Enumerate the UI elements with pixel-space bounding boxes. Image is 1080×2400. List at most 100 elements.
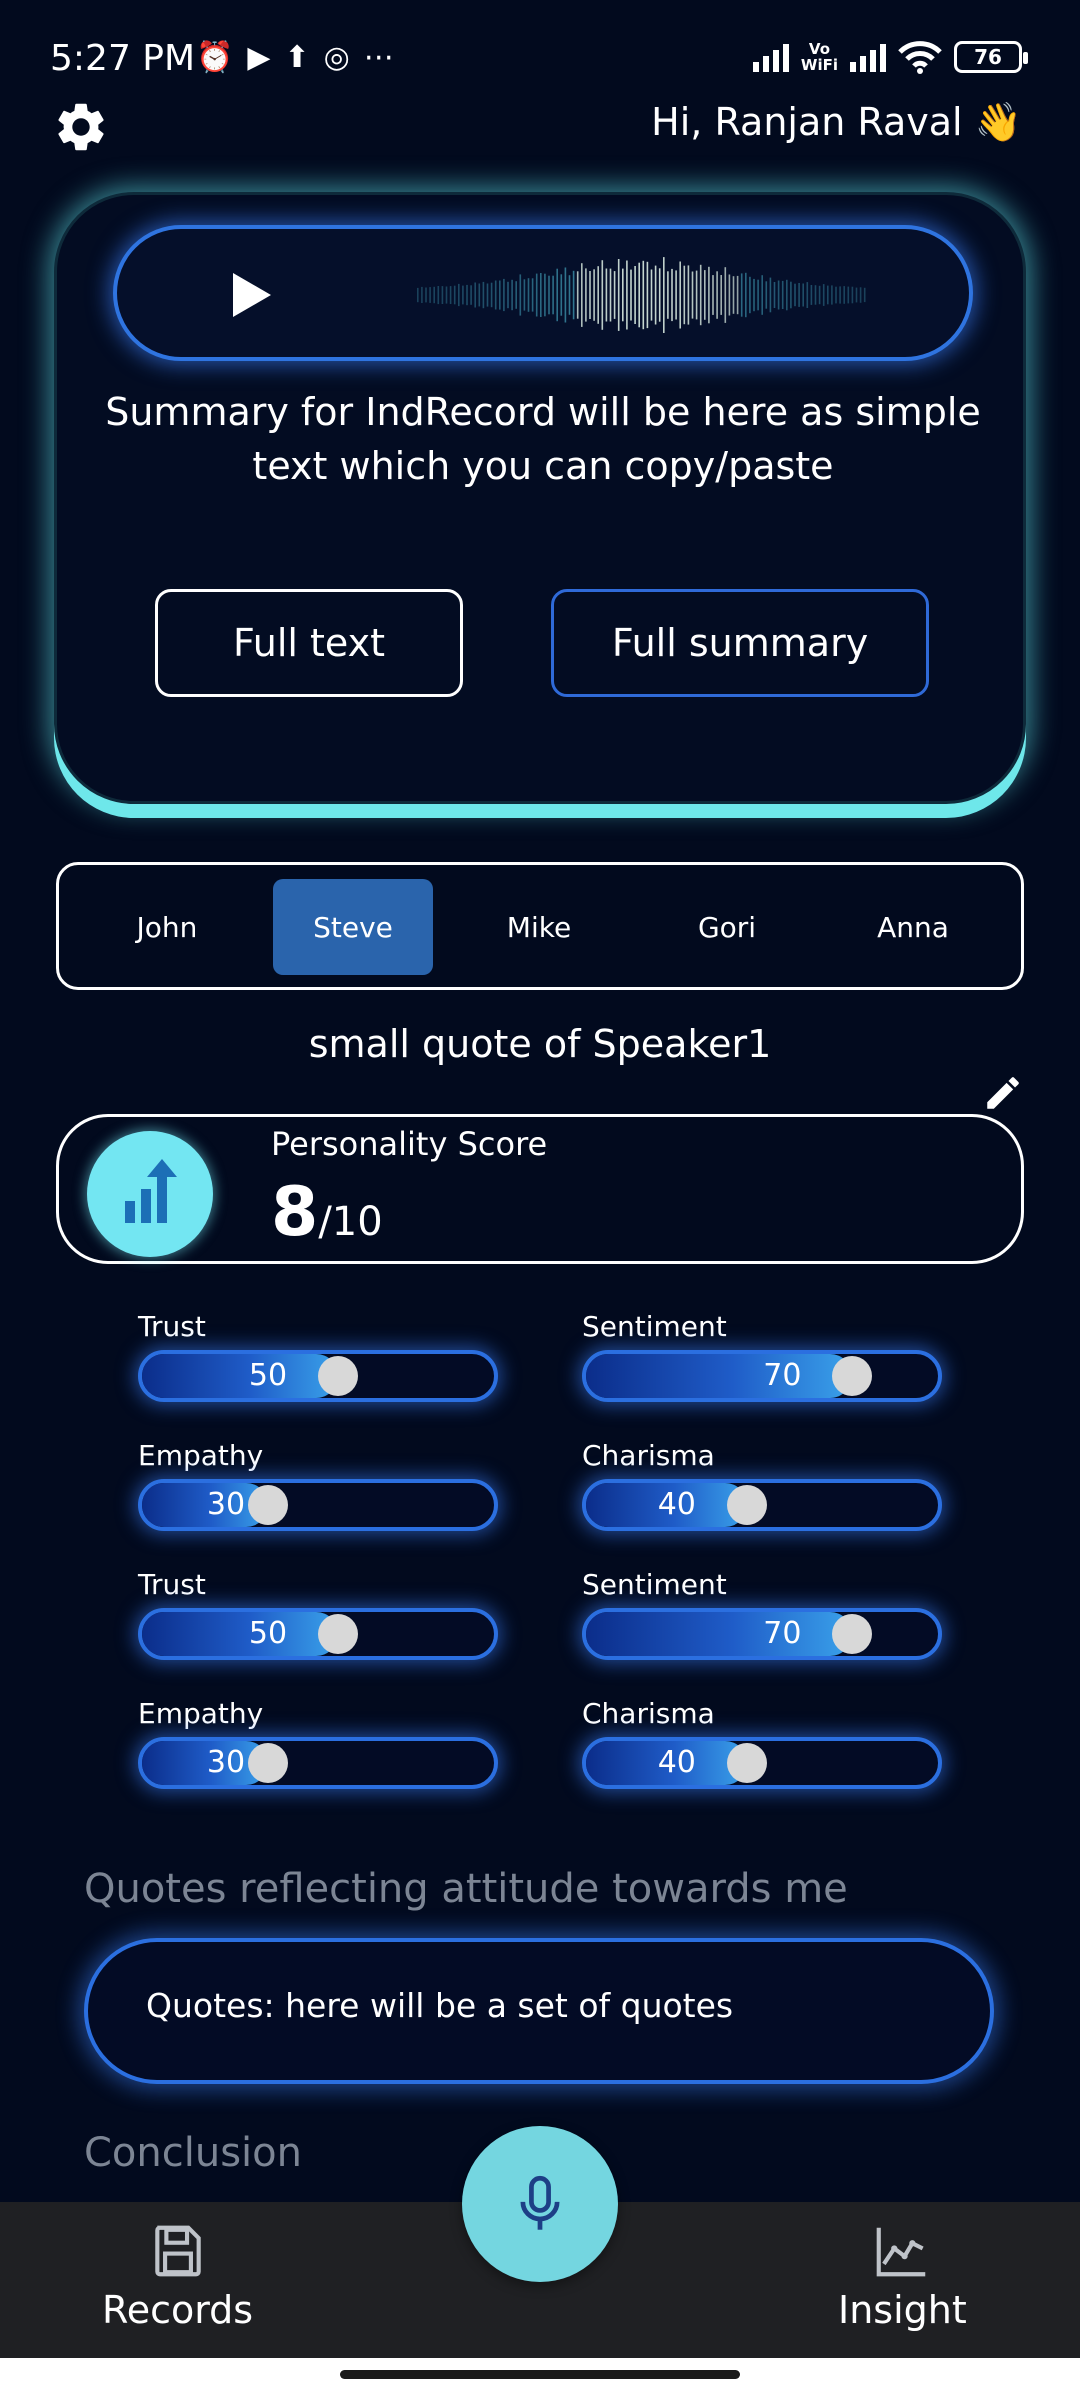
metric-slider[interactable]: 30 xyxy=(138,1737,498,1789)
personality-score-value: 8/10 xyxy=(271,1173,383,1252)
pencil-icon[interactable] xyxy=(982,1072,1024,1114)
signal-icon-2 xyxy=(850,42,886,72)
waveform-visualization[interactable] xyxy=(417,253,867,337)
home-indicator[interactable] xyxy=(340,2370,740,2379)
gesture-area xyxy=(0,2358,1080,2400)
waveform-bar xyxy=(507,281,509,309)
slider-thumb[interactable] xyxy=(247,1485,288,1525)
play-icon[interactable] xyxy=(233,273,271,317)
waveform-bar xyxy=(745,272,747,318)
waveform-bar xyxy=(568,275,571,315)
metric-sentiment: Sentiment 70 xyxy=(582,1310,942,1402)
metric-slider[interactable]: 40 xyxy=(582,1479,942,1531)
metric-slider[interactable]: 70 xyxy=(582,1350,942,1402)
waveform-bar xyxy=(679,261,681,329)
speaker-tab-john[interactable]: John xyxy=(87,879,247,975)
waveform-bar xyxy=(822,284,825,306)
microphone-icon xyxy=(520,2175,560,2230)
save-icon xyxy=(154,2225,201,2277)
audio-player[interactable] xyxy=(113,225,973,361)
metric-slider[interactable]: 40 xyxy=(582,1737,942,1789)
metric-label: Charisma xyxy=(582,1439,715,1472)
waveform-bar xyxy=(581,263,583,327)
speaker-tab-gori[interactable]: Gori xyxy=(647,879,807,975)
waveform-bar xyxy=(486,283,489,307)
full-summary-button[interactable]: Full summary xyxy=(551,589,929,697)
waveform-bar xyxy=(552,275,554,315)
metric-trust-2: Trust 50 xyxy=(138,1568,498,1660)
waveform-bar xyxy=(437,286,440,305)
waveform-bar xyxy=(781,280,784,309)
waveform-bar xyxy=(749,276,751,314)
summary-text: Summary for IndRecord will be here as si… xyxy=(105,390,981,488)
record-microphone-button[interactable] xyxy=(462,2126,618,2282)
waveform-bar xyxy=(753,278,755,312)
waveform-bar xyxy=(728,274,731,316)
signal-icon xyxy=(752,42,789,72)
metric-label: Empathy xyxy=(138,1439,264,1472)
speaker-tab-mike[interactable]: Mike xyxy=(459,879,619,975)
waveform-bar xyxy=(671,268,673,322)
waveform-bar xyxy=(511,279,513,311)
waveform-bar xyxy=(802,283,804,307)
waveform-bar xyxy=(576,271,579,319)
metric-sentiment-2: Sentiment 70 xyxy=(582,1568,942,1660)
waveform-bar xyxy=(453,285,456,305)
upload-icon: ⬆ xyxy=(284,40,310,75)
waveform-bar xyxy=(417,287,419,303)
nav-records-label: Records xyxy=(102,2288,254,2332)
waveform-bar xyxy=(572,270,575,320)
waveform-bar xyxy=(835,286,837,304)
waveform-bar xyxy=(859,287,862,303)
status-time: 5:27 PM xyxy=(50,38,196,79)
slider-thumb[interactable] xyxy=(832,1614,873,1654)
metric-slider[interactable]: 50 xyxy=(138,1350,498,1402)
quotes-box[interactable]: Quotes: here will be a set of quotes xyxy=(84,1938,994,2084)
quotes-section-title: Quotes reflecting attitude towards me xyxy=(84,1866,848,1912)
metric-slider[interactable]: 50 xyxy=(138,1608,498,1660)
metric-empathy-2: Empathy 30 xyxy=(138,1697,498,1789)
speaker-tab-anna[interactable]: Anna xyxy=(833,879,993,975)
waveform-bar xyxy=(482,281,485,309)
score-max: /10 xyxy=(318,1199,383,1245)
speaker-tab-steve[interactable]: Steve xyxy=(273,879,433,975)
slider-thumb[interactable] xyxy=(832,1356,873,1396)
summary-card: Summary for IndRecord will be here as si… xyxy=(54,192,1026,804)
waveform-bar xyxy=(699,264,702,326)
waveform-bar xyxy=(667,271,669,319)
metric-slider[interactable]: 70 xyxy=(582,1608,942,1660)
gear-icon[interactable] xyxy=(52,98,110,156)
waveform-bar xyxy=(503,278,505,312)
vowifi-icon: Vo WiFi xyxy=(800,40,838,74)
waveform-bar xyxy=(474,282,476,308)
waveform-bar xyxy=(683,265,686,325)
waveform-bar xyxy=(540,273,542,317)
waveform-bar xyxy=(617,259,620,331)
waveform-bar xyxy=(831,285,833,305)
slider-thumb[interactable] xyxy=(726,1485,767,1525)
waveform-bar xyxy=(421,286,423,303)
waveform-bar xyxy=(589,271,591,319)
waveform-bar xyxy=(564,267,567,323)
waveform-bar xyxy=(462,285,464,305)
slider-thumb[interactable] xyxy=(247,1743,288,1783)
waveform-bar xyxy=(519,274,522,316)
waveform-bar xyxy=(593,269,595,321)
waveform-bar xyxy=(527,278,530,312)
waveform-bar xyxy=(708,266,710,324)
metric-label: Sentiment xyxy=(582,1310,727,1343)
waveform-bar xyxy=(814,285,817,305)
metric-slider[interactable]: 30 xyxy=(138,1479,498,1531)
nav-insight[interactable]: Insight xyxy=(838,2220,967,2332)
waveform-bar xyxy=(609,268,612,322)
nav-records[interactable]: Records xyxy=(102,2220,253,2332)
metric-value: 50 xyxy=(248,1616,288,1651)
waveform-bar xyxy=(658,268,661,322)
waveform-bar xyxy=(810,285,813,305)
slider-thumb[interactable] xyxy=(318,1356,358,1396)
status-system-icons: Vo WiFi 76 xyxy=(752,40,1028,74)
slider-thumb[interactable] xyxy=(318,1614,358,1654)
slider-thumb[interactable] xyxy=(726,1743,767,1783)
full-text-button[interactable]: Full text xyxy=(155,589,463,697)
metric-value: 40 xyxy=(657,1745,696,1780)
